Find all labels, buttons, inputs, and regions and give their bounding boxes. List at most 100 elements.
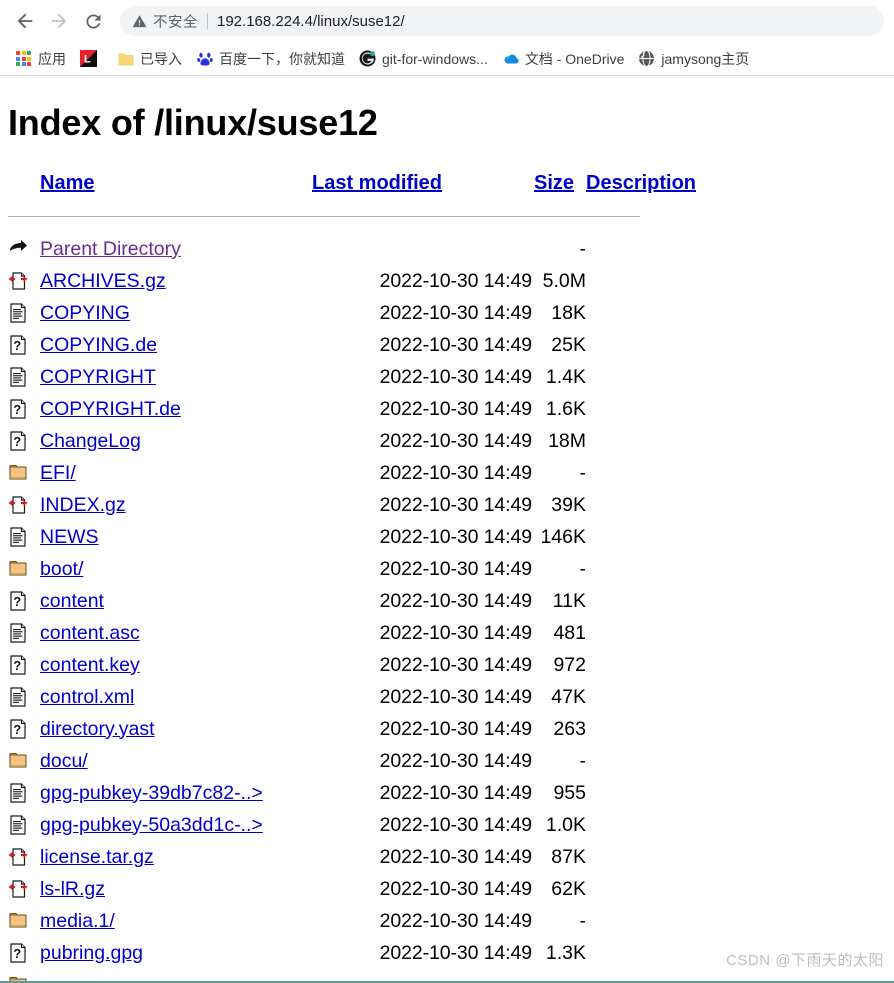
file-name-cell: ls-lR.gz xyxy=(40,873,312,905)
file-link[interactable]: directory.yast xyxy=(40,718,155,740)
last-modified-cell: 2022-10-30 14:49 xyxy=(379,685,532,708)
file-link[interactable]: boot/ xyxy=(40,558,83,580)
last-modified-cell: 2022-10-30 14:49 xyxy=(379,557,532,580)
file-name-cell: content xyxy=(40,585,312,617)
bookmark-jamysong[interactable]: jamysong主页 xyxy=(631,46,756,72)
file-link[interactable]: NEWS xyxy=(40,526,99,548)
file-name-cell: directory.yast xyxy=(40,713,312,745)
forward-button[interactable] xyxy=(44,6,74,36)
compressed-icon xyxy=(8,489,40,521)
file-link[interactable]: COPYING xyxy=(40,302,130,324)
description-cell xyxy=(586,297,716,329)
sort-by-name-link[interactable]: Name xyxy=(40,172,94,194)
description-cell xyxy=(586,841,716,873)
file-link[interactable]: docu/ xyxy=(40,750,88,772)
file-name-cell: license.tar.gz xyxy=(40,841,312,873)
description-cell xyxy=(586,457,716,489)
description-cell xyxy=(586,425,716,457)
file-link[interactable]: ChangeLog xyxy=(40,430,141,452)
parent-dir-icon xyxy=(8,233,40,265)
svg-text:L: L xyxy=(84,54,91,66)
description-cell xyxy=(586,489,716,521)
file-link[interactable]: COPYRIGHT xyxy=(40,366,156,388)
last-modified-cell: 2022-10-30 14:49 xyxy=(379,877,532,900)
sort-by-size-link[interactable]: Size xyxy=(534,172,574,194)
file-link[interactable]: content.asc xyxy=(40,622,140,644)
size-cell: - xyxy=(579,237,587,260)
bookmark-l-site[interactable]: L xyxy=(73,46,110,72)
file-link[interactable]: control.xml xyxy=(40,686,134,708)
file-link[interactable]: gpg-pubkey-50a3dd1c-..> xyxy=(40,814,263,836)
sort-by-date-link[interactable]: Last modified xyxy=(312,172,442,194)
file-name-cell: COPYING xyxy=(40,297,312,329)
file-link[interactable]: ls-lR.gz xyxy=(40,878,105,900)
unknown-icon: ? xyxy=(8,937,40,969)
size-cell: - xyxy=(579,909,587,932)
bookmark-baidu[interactable]: 百度一下，你就知道 xyxy=(189,46,352,72)
address-bar[interactable]: 不安全 192.168.224.4/linux/suse12/ xyxy=(120,6,884,36)
unknown-icon: ? xyxy=(8,425,40,457)
back-arrow-icon xyxy=(17,13,33,29)
file-link[interactable]: COPYRIGHT.de xyxy=(40,398,181,420)
file-link[interactable]: content.key xyxy=(40,654,140,676)
table-row: license.tar.gz 2022-10-30 14:49 87K xyxy=(8,841,716,873)
globe-icon xyxy=(638,50,656,67)
reload-button[interactable] xyxy=(78,6,108,36)
file-link[interactable]: COPYING.de xyxy=(40,334,157,356)
onedrive-icon xyxy=(502,50,519,67)
bookmark-git-for-windows[interactable]: git-for-windows... xyxy=(352,46,495,72)
url-text[interactable]: 192.168.224.4/linux/suse12/ xyxy=(217,13,405,30)
file-link[interactable]: ARCHIVES.gz xyxy=(40,270,166,292)
file-link[interactable]: EFI/ xyxy=(40,462,76,484)
description-cell xyxy=(586,809,716,841)
size-cell: 955 xyxy=(553,781,586,804)
size-cell: 39K xyxy=(551,493,586,516)
security-status-label: 不安全 xyxy=(153,14,198,31)
description-cell xyxy=(586,681,716,713)
description-cell xyxy=(586,521,716,553)
bookmark-label: 应用 xyxy=(38,50,66,67)
sort-by-description-link[interactable]: Description xyxy=(586,172,696,194)
size-cell: 87K xyxy=(551,845,586,868)
size-cell: 18K xyxy=(551,301,586,324)
file-name-cell: INDEX.gz xyxy=(40,489,312,521)
back-button[interactable] xyxy=(10,6,40,36)
baidu-paw-icon xyxy=(196,50,213,67)
file-link[interactable]: gpg-pubkey-39db7c82-..> xyxy=(40,782,263,804)
file-name-cell: content.key xyxy=(40,649,312,681)
table-row: ? ChangeLog 2022-10-30 14:49 18M xyxy=(8,425,716,457)
bookmark-imported-folder[interactable]: 已导入 xyxy=(110,46,189,72)
table-row: gpg-pubkey-39db7c82-..> 2022-10-30 14:49 9… xyxy=(8,777,716,809)
description-cell xyxy=(586,905,716,937)
last-modified-cell: 2022-10-30 14:49 xyxy=(379,653,532,676)
description-cell xyxy=(586,553,716,585)
file-link[interactable]: Parent Directory xyxy=(40,238,181,260)
bookmark-onedrive[interactable]: 文档 - OneDrive xyxy=(495,46,632,72)
reload-icon xyxy=(85,13,100,28)
file-name-cell: EFI/ xyxy=(40,457,312,489)
unknown-icon: ? xyxy=(8,713,40,745)
description-cell xyxy=(586,393,716,425)
file-link[interactable]: INDEX.gz xyxy=(40,494,126,516)
bookmark-apps[interactable]: 应用 xyxy=(8,46,73,72)
git-icon xyxy=(359,50,376,67)
bookmark-label: 文档 - OneDrive xyxy=(524,50,625,67)
file-link[interactable]: license.tar.gz xyxy=(40,846,154,868)
text-icon xyxy=(8,521,40,553)
last-modified-cell: 2022-10-30 14:49 xyxy=(379,781,532,804)
size-cell: 1.4K xyxy=(545,365,586,388)
last-modified-cell: 2022-10-30 14:49 xyxy=(379,621,532,644)
file-name-cell: boot/ xyxy=(40,553,312,585)
file-link[interactable]: pubring.gpg xyxy=(40,942,143,964)
file-link[interactable]: media.1/ xyxy=(40,910,115,932)
apps-grid-icon xyxy=(15,50,32,67)
file-name-cell: gpg-pubkey-39db7c82-..> xyxy=(40,777,312,809)
file-link[interactable]: content xyxy=(40,590,104,612)
not-secure-warning-icon xyxy=(132,14,147,29)
last-modified-cell: 2022-10-30 14:49 xyxy=(379,365,532,388)
file-name-cell: ARCHIVES.gz xyxy=(40,265,312,297)
bookmarks-bar: 应用 L 已导入 百度一下，你就知道 git-for-windows... 文档… xyxy=(0,42,894,76)
table-row: ARCHIVES.gz 2022-10-30 14:49 5.0M xyxy=(8,265,716,297)
table-row: NEWS 2022-10-30 14:49 146K xyxy=(8,521,716,553)
header-rule-row xyxy=(8,201,716,233)
